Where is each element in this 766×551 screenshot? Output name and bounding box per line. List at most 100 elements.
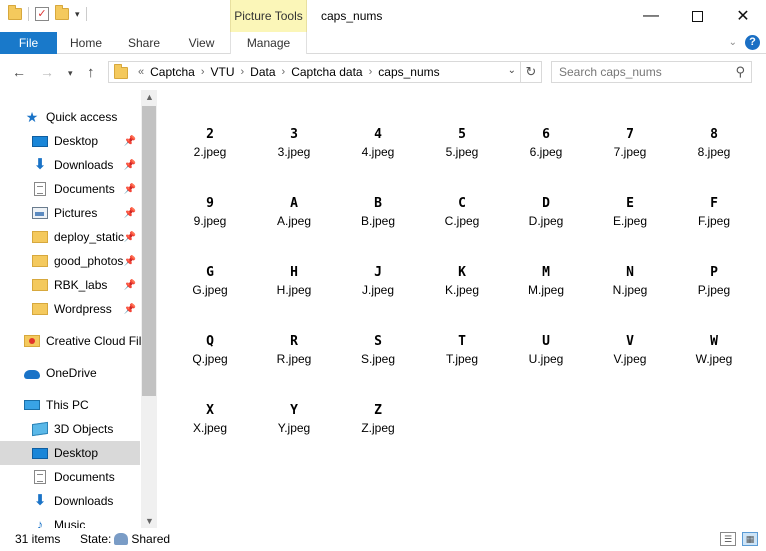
file-item[interactable]: R R.jpeg [252, 333, 336, 399]
pin-icon[interactable]: 📌 [124, 232, 136, 243]
nav-item-3d-objects[interactable]: 3D Objects [0, 417, 140, 441]
file-item[interactable]: W W.jpeg [672, 333, 756, 399]
breadcrumb-chevron-icon[interactable]: › [367, 66, 375, 78]
file-item[interactable]: 7 7.jpeg [588, 126, 672, 192]
file-item[interactable]: U U.jpeg [504, 333, 588, 399]
tab-manage[interactable]: Manage [230, 32, 307, 54]
file-item[interactable]: K K.jpeg [420, 264, 504, 330]
nav-item-good-photos[interactable]: good_photos 📌 [0, 249, 140, 273]
nav-item-documents-pinned[interactable]: Documents 📌 [0, 177, 140, 201]
file-item[interactable]: N N.jpeg [588, 264, 672, 330]
nav-item-label: RBK_labs [54, 278, 108, 292]
file-name: 8.jpeg [697, 145, 731, 159]
file-item[interactable]: H H.jpeg [252, 264, 336, 330]
file-item[interactable]: 5 5.jpeg [420, 126, 504, 192]
refresh-button[interactable]: ↻ [521, 61, 542, 83]
file-item[interactable]: B B.jpeg [336, 195, 420, 261]
file-item[interactable]: T T.jpeg [420, 333, 504, 399]
forward-arrow-icon[interactable]: → [40, 64, 54, 80]
file-item[interactable]: 9 9.jpeg [168, 195, 252, 261]
file-item[interactable]: A A.jpeg [252, 195, 336, 261]
recent-locations-icon[interactable]: ▾ [68, 68, 73, 79]
large-icons-view-icon[interactable]: ▦ [742, 532, 758, 546]
file-item[interactable]: M M.jpeg [504, 264, 588, 330]
properties-icon[interactable]: ✓ [35, 7, 49, 21]
file-item[interactable]: F F.jpeg [672, 195, 756, 261]
file-item[interactable]: 2 2.jpeg [168, 126, 252, 192]
scrollbar-thumb[interactable] [142, 106, 156, 396]
minimize-button[interactable]: — [628, 0, 674, 32]
nav-item-deploy-static[interactable]: deploy_static 📌 [0, 225, 140, 249]
nav-item-desktop-pinned[interactable]: Desktop 📌 [0, 129, 140, 153]
nav-item-creative-cloud[interactable]: Creative Cloud Fil [0, 329, 141, 353]
nav-item-pictures-pinned[interactable]: Pictures 📌 [0, 201, 140, 225]
breadcrumb-captcha-data[interactable]: Captcha data [287, 65, 366, 79]
file-item[interactable]: X X.jpeg [168, 402, 252, 468]
back-arrow-icon[interactable]: ← [12, 64, 26, 80]
file-item[interactable]: Z Z.jpeg [336, 402, 420, 468]
nav-scrollbar[interactable]: ▲ ▼ [141, 90, 157, 528]
tab-view[interactable]: View [173, 32, 230, 54]
search-icon[interactable]: ⚲ [735, 64, 745, 80]
nav-item-this-pc[interactable]: This PC [0, 393, 140, 417]
search-box[interactable]: ⚲ [551, 61, 752, 83]
nav-item-label: Desktop [54, 134, 99, 148]
file-item[interactable]: E E.jpeg [588, 195, 672, 261]
breadcrumb-vtu[interactable]: VTU [207, 65, 239, 79]
nav-item-rbk-labs[interactable]: RBK_labs 📌 [0, 273, 140, 297]
nav-item-quick-access[interactable]: ★ Quick access [0, 105, 140, 129]
breadcrumb: « Captcha › VTU › Data › Captcha data › … [136, 65, 444, 79]
nav-item-desktop-selected[interactable]: Desktop [0, 441, 140, 465]
close-button[interactable]: ✕ [720, 0, 766, 32]
file-item[interactable]: Y Y.jpeg [252, 402, 336, 468]
pin-icon[interactable]: 📌 [124, 280, 136, 291]
breadcrumb-data[interactable]: Data [246, 65, 279, 79]
scroll-up-icon[interactable]: ▲ [145, 92, 154, 102]
file-item[interactable]: C C.jpeg [420, 195, 504, 261]
nav-item-wordpress[interactable]: Wordpress 📌 [0, 297, 140, 321]
nav-item-onedrive[interactable]: OneDrive [0, 361, 140, 385]
help-icon[interactable]: ? [745, 35, 760, 50]
file-item[interactable]: J J.jpeg [336, 264, 420, 330]
address-box[interactable]: « Captcha › VTU › Data › Captcha data › … [108, 61, 521, 83]
pin-icon[interactable]: 📌 [124, 208, 136, 219]
nav-item-documents[interactable]: Documents [0, 465, 140, 489]
new-folder-icon[interactable] [55, 5, 69, 20]
scroll-down-icon[interactable]: ▼ [145, 516, 154, 526]
pin-icon[interactable]: 📌 [124, 256, 136, 267]
file-item[interactable]: P P.jpeg [672, 264, 756, 330]
nav-item-downloads[interactable]: ⬇ Downloads [0, 489, 140, 513]
search-input[interactable] [559, 65, 729, 79]
file-item[interactable]: V V.jpeg [588, 333, 672, 399]
breadcrumb-overflow[interactable]: « [136, 66, 146, 78]
expand-ribbon-icon[interactable]: ⌄ [729, 37, 737, 48]
file-item[interactable]: D D.jpeg [504, 195, 588, 261]
file-item[interactable]: 3 3.jpeg [252, 126, 336, 192]
up-arrow-icon[interactable]: ↑ [87, 64, 95, 81]
pin-icon[interactable]: 📌 [124, 184, 136, 195]
nav-item-music[interactable]: ♪ Music [0, 513, 140, 529]
file-item[interactable]: 4 4.jpeg [336, 126, 420, 192]
maximize-button[interactable] [674, 0, 720, 32]
file-item[interactable]: Q Q.jpeg [168, 333, 252, 399]
customize-toolbar-icon[interactable]: ▾ [75, 9, 80, 20]
tab-home[interactable]: Home [57, 32, 115, 54]
breadcrumb-chevron-icon[interactable]: › [280, 66, 288, 78]
file-item[interactable]: 8 8.jpeg [672, 126, 756, 192]
tab-share[interactable]: Share [115, 32, 173, 54]
tab-file[interactable]: File [0, 32, 57, 54]
breadcrumb-captcha[interactable]: Captcha [146, 65, 199, 79]
file-item[interactable]: S S.jpeg [336, 333, 420, 399]
breadcrumb-chevron-icon[interactable]: › [239, 66, 247, 78]
pin-icon[interactable]: 📌 [124, 136, 136, 147]
pin-icon[interactable]: 📌 [124, 304, 136, 315]
pin-icon[interactable]: 📌 [124, 160, 136, 171]
breadcrumb-caps-nums[interactable]: caps_nums [374, 65, 443, 79]
file-item[interactable]: G G.jpeg [168, 264, 252, 330]
nav-item-downloads-pinned[interactable]: ⬇ Downloads 📌 [0, 153, 140, 177]
file-thumbnail: W [710, 334, 718, 349]
details-view-icon[interactable]: ☰ [720, 532, 736, 546]
address-dropdown-icon[interactable]: ⌄ [508, 65, 516, 76]
breadcrumb-chevron-icon[interactable]: › [199, 66, 207, 78]
file-item[interactable]: 6 6.jpeg [504, 126, 588, 192]
